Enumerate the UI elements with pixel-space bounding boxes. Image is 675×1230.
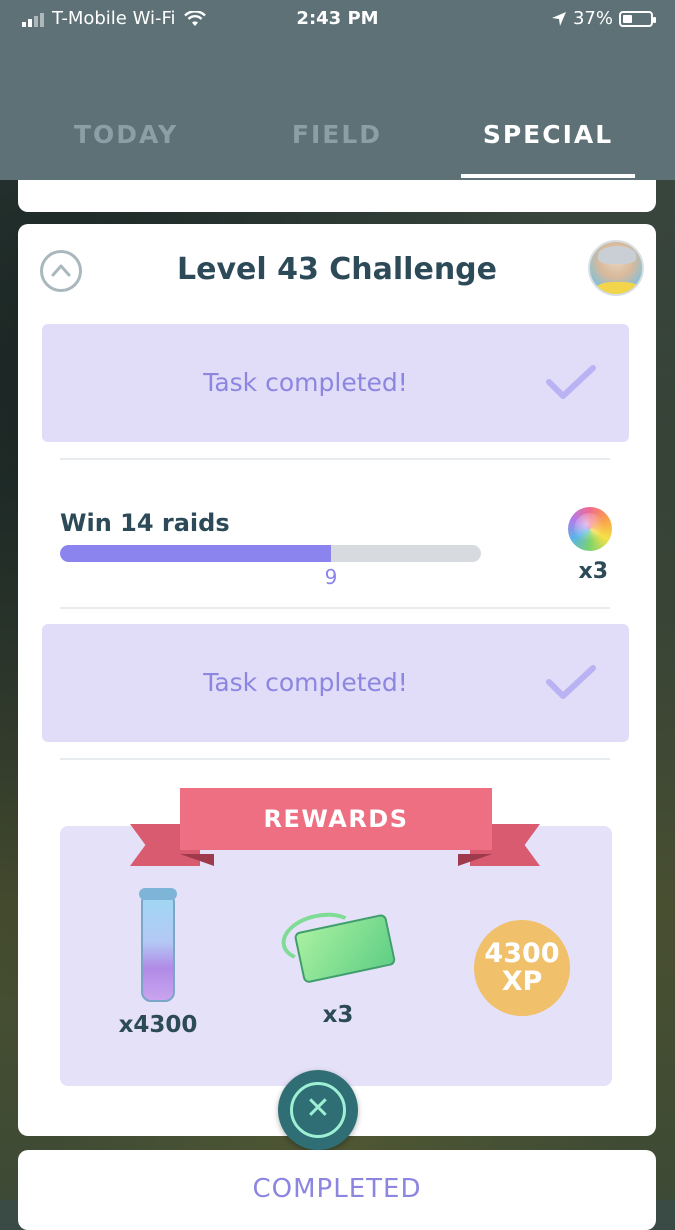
checkmark-icon <box>546 365 596 399</box>
rewards-banner: REWARDS <box>180 788 492 850</box>
divider <box>60 458 610 460</box>
divider <box>60 607 610 609</box>
xp-label: XP <box>501 966 543 997</box>
task-label: Win 14 raids <box>60 509 230 537</box>
tab-today[interactable]: TODAY <box>26 120 226 149</box>
tab-special[interactable]: SPECIAL <box>448 120 648 149</box>
completed-card[interactable]: COMPLETED <box>18 1150 656 1230</box>
top-bar: T-Mobile Wi-Fi 2:43 PM 37% TODAY FIELD S… <box>0 0 675 180</box>
progress-bar <box>60 545 481 562</box>
task-status-label: Task completed! <box>203 368 408 397</box>
xp-amount: 4300 <box>484 938 560 969</box>
reward-count: x3 <box>322 1002 354 1028</box>
task-completed-2: Task completed! <box>42 624 629 742</box>
rainbow-berry-icon <box>568 507 612 551</box>
progress-value: 9 <box>324 565 338 589</box>
task-win-raids: Win 14 raids 9 x3 <box>60 507 620 599</box>
close-button[interactable]: ✕ <box>278 1070 358 1150</box>
tab-bar: TODAY FIELD SPECIAL <box>0 110 675 180</box>
close-icon: ✕ <box>305 1091 331 1126</box>
reward-count: x4300 <box>118 1012 198 1038</box>
battery-icon <box>619 10 656 27</box>
task-status-label: Task completed! <box>203 668 408 697</box>
task-reward-count: x3 <box>578 559 609 584</box>
task-completed-1: Task completed! <box>42 324 629 442</box>
tab-field[interactable]: FIELD <box>237 120 437 149</box>
raid-pass-icon <box>276 899 399 990</box>
stardust-icon <box>139 888 177 1002</box>
battery-percent: 37% <box>572 8 613 29</box>
progress-fill <box>60 545 331 562</box>
professor-avatar[interactable] <box>588 240 644 296</box>
location-arrow-icon <box>551 11 566 26</box>
status-bar: T-Mobile Wi-Fi 2:43 PM 37% <box>0 0 675 36</box>
status-right: 37% <box>551 8 656 29</box>
divider <box>60 758 610 760</box>
active-tab-indicator <box>461 174 635 178</box>
checkmark-icon <box>546 665 596 699</box>
challenge-title: Level 43 Challenge <box>177 252 497 287</box>
challenge-card: Level 43 Challenge Task completed! Win 1… <box>18 224 656 1136</box>
reward-raid-pass: x3 <box>276 892 399 1028</box>
xp-icon: 4300 XP <box>474 920 570 1016</box>
reward-stardust: x4300 <box>108 888 208 1038</box>
